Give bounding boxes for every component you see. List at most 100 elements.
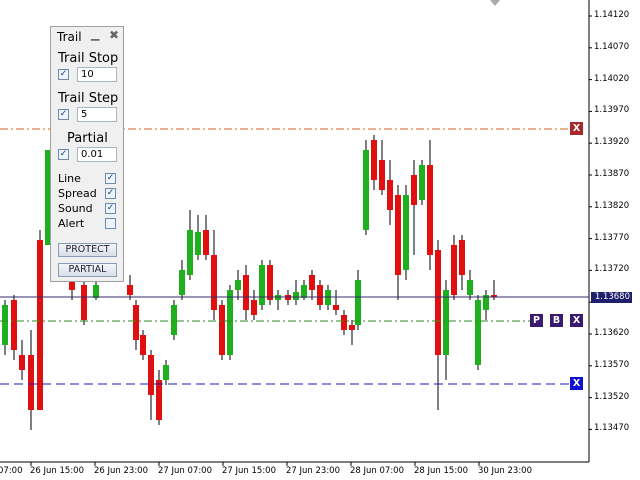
bear-candle xyxy=(309,275,315,290)
bear-candle xyxy=(19,355,25,370)
price-tick-label: 1.13870 xyxy=(594,169,630,179)
line-option-label: Line xyxy=(58,172,81,185)
bear-candle xyxy=(411,175,417,205)
bear-candle xyxy=(435,250,441,355)
alert-option-label: Alert xyxy=(58,217,85,230)
trail-stop-input[interactable]: 10 xyxy=(77,67,117,82)
bull-candle xyxy=(301,285,307,298)
trail-stop-checkbox[interactable]: ✓ xyxy=(58,69,69,80)
bull-candle xyxy=(293,292,299,300)
bear-candle xyxy=(243,275,249,310)
time-tick-label: 28 Jun 07:00 xyxy=(350,466,404,476)
spread-option-label: Spread xyxy=(58,187,97,200)
bear-candle xyxy=(317,285,323,305)
bear-candle xyxy=(459,240,465,275)
bull-candle xyxy=(235,280,241,290)
price-tick-label: 1.13570 xyxy=(594,359,630,370)
bear-candle xyxy=(371,140,377,180)
trail-step-checkbox[interactable]: ✓ xyxy=(58,109,69,120)
bear-candle xyxy=(395,195,401,275)
bull-candle xyxy=(259,265,265,305)
upper-line-close-button[interactable]: X xyxy=(570,122,583,135)
bull-candle xyxy=(363,150,369,230)
bull-candle xyxy=(227,290,233,355)
price-tick-label: 1.14070 xyxy=(594,41,630,52)
partial-label: Partial xyxy=(67,131,108,146)
price-tick-label: 1.13620 xyxy=(594,328,630,338)
bull-candle xyxy=(475,300,481,365)
bull-candle xyxy=(195,232,201,255)
bear-candle xyxy=(333,305,339,310)
price-tick-label: 1.13820 xyxy=(594,200,630,211)
price-tick-label: 1.13470 xyxy=(594,423,630,434)
partial-button[interactable]: PARTIAL xyxy=(58,263,117,277)
lower-line-close-button[interactable]: X xyxy=(570,377,583,390)
scroll-marker-icon xyxy=(490,0,500,6)
bear-candle xyxy=(251,300,257,315)
line-option-checkbox[interactable]: ✓ xyxy=(105,173,116,184)
time-tick-label: 28 Jun 15:00 xyxy=(414,466,468,476)
time-tick-label: 26 Jun 23:00 xyxy=(94,466,148,476)
minimize-icon[interactable]: ▁ xyxy=(91,28,99,41)
protect-button[interactable]: PROTECT xyxy=(58,243,117,257)
time-tick-label: 26 Jun 15:00 xyxy=(30,466,84,476)
sound-option-checkbox[interactable]: ✓ xyxy=(105,203,116,214)
bull-candle xyxy=(179,270,185,295)
price-tick-label: 1.14020 xyxy=(594,73,630,84)
time-tick-label: 07:00 xyxy=(0,466,23,476)
bull-candle xyxy=(187,230,193,275)
bull-candle xyxy=(163,365,169,380)
price-tick-label: 1.13520 xyxy=(594,391,630,402)
bull-candle xyxy=(93,285,99,298)
bear-candle xyxy=(148,355,154,395)
bull-candle xyxy=(355,280,361,325)
alert-option-checkbox[interactable] xyxy=(105,218,116,229)
bear-candle xyxy=(156,380,162,420)
bull-candle xyxy=(171,305,177,335)
price-tick-label: 1.14120 xyxy=(594,10,630,20)
time-tick-label: 27 Jun 07:00 xyxy=(158,466,212,476)
bear-candle xyxy=(211,255,217,310)
trail-panel: Trail ▁ ✖ Trail Stop ✓ 10 Trail Step ✓ 5… xyxy=(50,26,124,282)
price-tick-label: 1.13770 xyxy=(594,232,630,243)
bull-candle xyxy=(403,195,409,270)
bear-candle xyxy=(387,180,393,210)
bear-candle xyxy=(267,265,273,300)
current-price-tag: 1.13680 xyxy=(591,292,632,303)
bear-candle xyxy=(203,230,209,255)
partial-input[interactable]: 0.01 xyxy=(77,147,117,162)
panel-title: Trail xyxy=(57,30,82,44)
price-tick-label: 1.13920 xyxy=(594,137,630,148)
bear-candle xyxy=(349,325,355,330)
pending-p-button[interactable]: P xyxy=(530,314,543,327)
spread-option-checkbox[interactable]: ✓ xyxy=(105,188,116,199)
bear-candle xyxy=(427,165,433,255)
bear-candle xyxy=(11,300,17,350)
bear-candle xyxy=(219,305,225,355)
trail-stop-label: Trail Stop xyxy=(58,51,119,66)
bear-candle xyxy=(127,285,133,295)
bear-candle xyxy=(379,160,385,190)
partial-checkbox[interactable]: ✓ xyxy=(58,149,69,160)
pending-x-button[interactable]: X xyxy=(570,314,583,327)
price-tick-label: 1.13720 xyxy=(594,264,630,275)
time-tick-label: 27 Jun 15:00 xyxy=(222,466,276,476)
bear-candle xyxy=(133,305,139,340)
sound-option-label: Sound xyxy=(58,202,93,215)
bull-candle xyxy=(443,290,449,355)
close-icon[interactable]: ✖ xyxy=(109,28,119,42)
bull-candle xyxy=(419,165,425,200)
bull-candle xyxy=(2,305,8,345)
trail-step-label: Trail Step xyxy=(58,91,119,106)
bear-candle xyxy=(81,285,87,320)
bear-candle xyxy=(341,315,347,330)
bear-candle xyxy=(140,335,146,355)
time-tick-label: 27 Jun 23:00 xyxy=(286,466,340,476)
bull-candle xyxy=(467,280,473,295)
bear-candle xyxy=(451,245,457,295)
price-tick-label: 1.13970 xyxy=(594,105,630,116)
trail-step-input[interactable]: 5 xyxy=(77,107,117,122)
pending-b-button[interactable]: B xyxy=(550,314,563,327)
time-tick-label: 30 Jun 23:00 xyxy=(478,466,532,476)
bear-candle xyxy=(28,355,34,410)
